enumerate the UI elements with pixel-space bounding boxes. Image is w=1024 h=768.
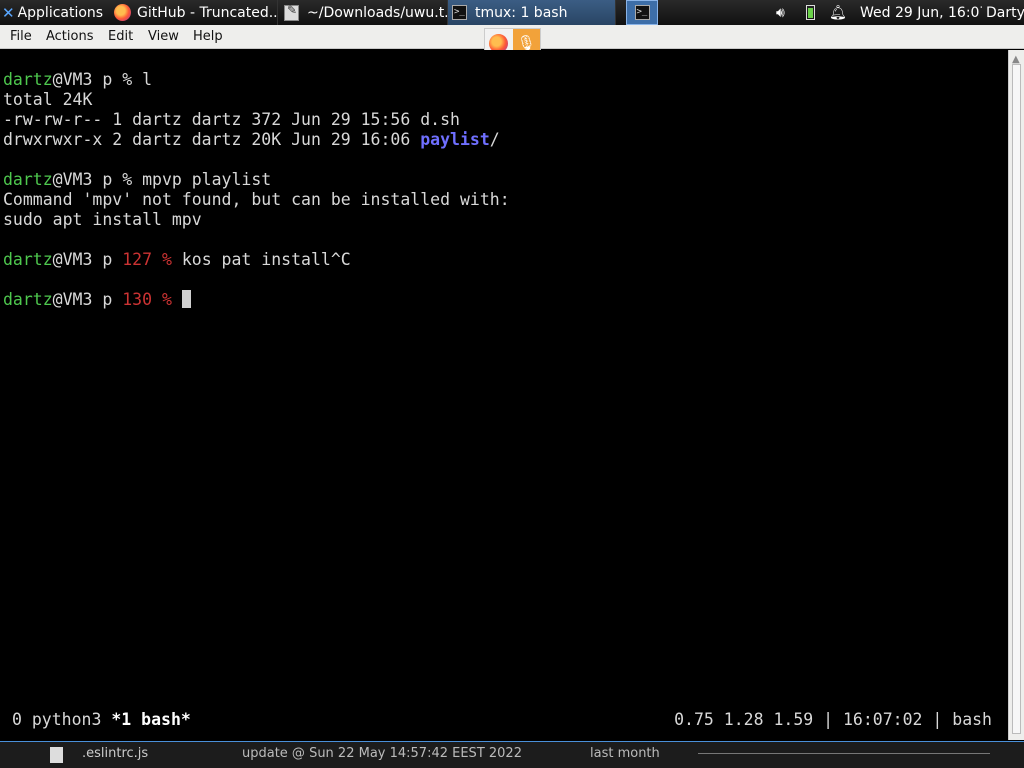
- tmux-window-1[interactable]: *1 bash*: [111, 710, 190, 729]
- terminal-line: Command 'mpv' not found, but can be inst…: [3, 190, 510, 209]
- clock[interactable]: Wed 29 Jun, 16:07: [860, 0, 982, 25]
- terminal-icon: >_: [634, 5, 650, 20]
- applications-menu[interactable]: ✕ Applications: [0, 0, 108, 25]
- taskbar-item-github[interactable]: GitHub - Truncated...: [110, 0, 278, 25]
- scrollbar-thumb[interactable]: [1012, 64, 1021, 734]
- terminal-line: -rw-rw-r-- 1 dartz dartz 372 Jun 29 15:5…: [3, 110, 460, 129]
- volume-icon[interactable]: 🔊︎: [776, 0, 794, 25]
- scrollbar[interactable]: ▲: [1008, 50, 1024, 740]
- top-panel: ✕ Applications GitHub - Truncated... ~/D…: [0, 0, 1024, 25]
- tmux-status-bar: 0 python3 *1 bash* 0.75 1.28 1.59 | 16:0…: [0, 710, 1008, 732]
- file-icon: [50, 747, 63, 763]
- terminal-line: sudo apt install mpv: [3, 210, 202, 229]
- tmux-window-list: 0 python3 *1 bash*: [12, 710, 191, 729]
- applications-label: Applications: [17, 4, 104, 21]
- terminal-line: dartz@VM3 p % l: [3, 70, 153, 89]
- taskbar-item-downloads[interactable]: ~/Downloads/uwu.t...: [280, 0, 448, 25]
- menu-view[interactable]: View: [148, 29, 179, 44]
- user-menu[interactable]: Darty: [986, 0, 1024, 25]
- firefox-icon: [114, 4, 131, 21]
- notification-bell-icon[interactable]: 🔔︎: [829, 0, 845, 25]
- commit-message: update @ Sun 22 May 14:57:42 EEST 2022: [242, 746, 522, 761]
- file-name[interactable]: .eslintrc.js: [82, 746, 148, 761]
- tmux-window-0[interactable]: 0 python3: [12, 710, 111, 729]
- tmux-status-right: 0.75 1.28 1.59 | 16:07:02 | bash: [674, 710, 992, 729]
- terminal-line: drwxrwxr-x 2 dartz dartz 20K Jun 29 16:0…: [3, 130, 500, 149]
- terminal-icon: >_: [452, 5, 467, 20]
- menu-help[interactable]: Help: [193, 29, 223, 44]
- text-cursor: [181, 290, 191, 308]
- terminal-prompt: dartz@VM3 p 130 %: [3, 290, 191, 310]
- terminal-launcher-button[interactable]: >_: [626, 0, 658, 25]
- terminal-line: dartz@VM3 p % mpvp playlist: [3, 170, 272, 189]
- menu-edit[interactable]: Edit: [108, 29, 133, 44]
- terminal-line: dartz@VM3 p 127 % kos pat install^C: [3, 250, 351, 269]
- background-window-strip: .eslintrc.js update @ Sun 22 May 14:57:4…: [0, 741, 1024, 768]
- taskbar-item-tmux[interactable]: >_ tmux: 1 bash: [448, 0, 616, 25]
- menu-file[interactable]: File: [10, 29, 32, 44]
- divider: [698, 753, 990, 754]
- menu-actions[interactable]: Actions: [46, 29, 94, 44]
- terminal-line: total 24K: [3, 90, 93, 109]
- text-editor-icon: [284, 3, 299, 21]
- commit-age: last month: [590, 746, 660, 761]
- battery-icon[interactable]: [804, 0, 818, 25]
- xfce-logo-icon: ✕: [2, 3, 15, 22]
- terminal-output[interactable]: dartz@VM3 p % l total 24K -rw-rw-r-- 1 d…: [0, 50, 1008, 740]
- taskbar-item-label: GitHub - Truncated...: [137, 4, 278, 21]
- taskbar-item-label: tmux: 1 bash: [475, 4, 568, 21]
- taskbar-item-label: ~/Downloads/uwu.t...: [307, 4, 448, 21]
